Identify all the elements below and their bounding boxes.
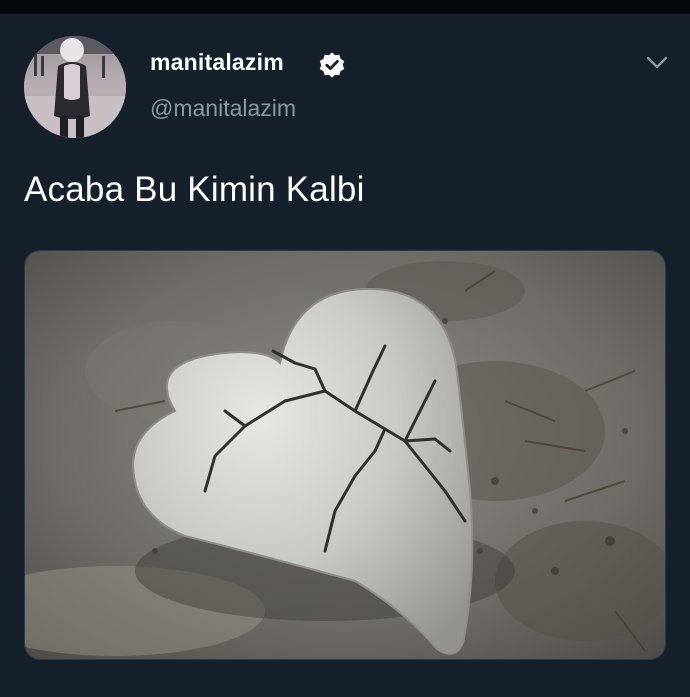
avatar-photo-icon [24, 36, 126, 138]
user-handle[interactable]: @manitalazim [150, 95, 296, 122]
cracked-stone-heart-photo [25, 251, 665, 659]
tweet-text: Acaba Bu Kimin Kalbi [24, 170, 365, 209]
avatar[interactable] [24, 36, 126, 138]
tweet-media-image[interactable] [24, 250, 666, 660]
chevron-down-icon[interactable] [644, 52, 670, 72]
display-name[interactable]: manitalazim [150, 49, 284, 76]
status-bar [0, 0, 690, 14]
verified-badge-icon [319, 52, 345, 78]
